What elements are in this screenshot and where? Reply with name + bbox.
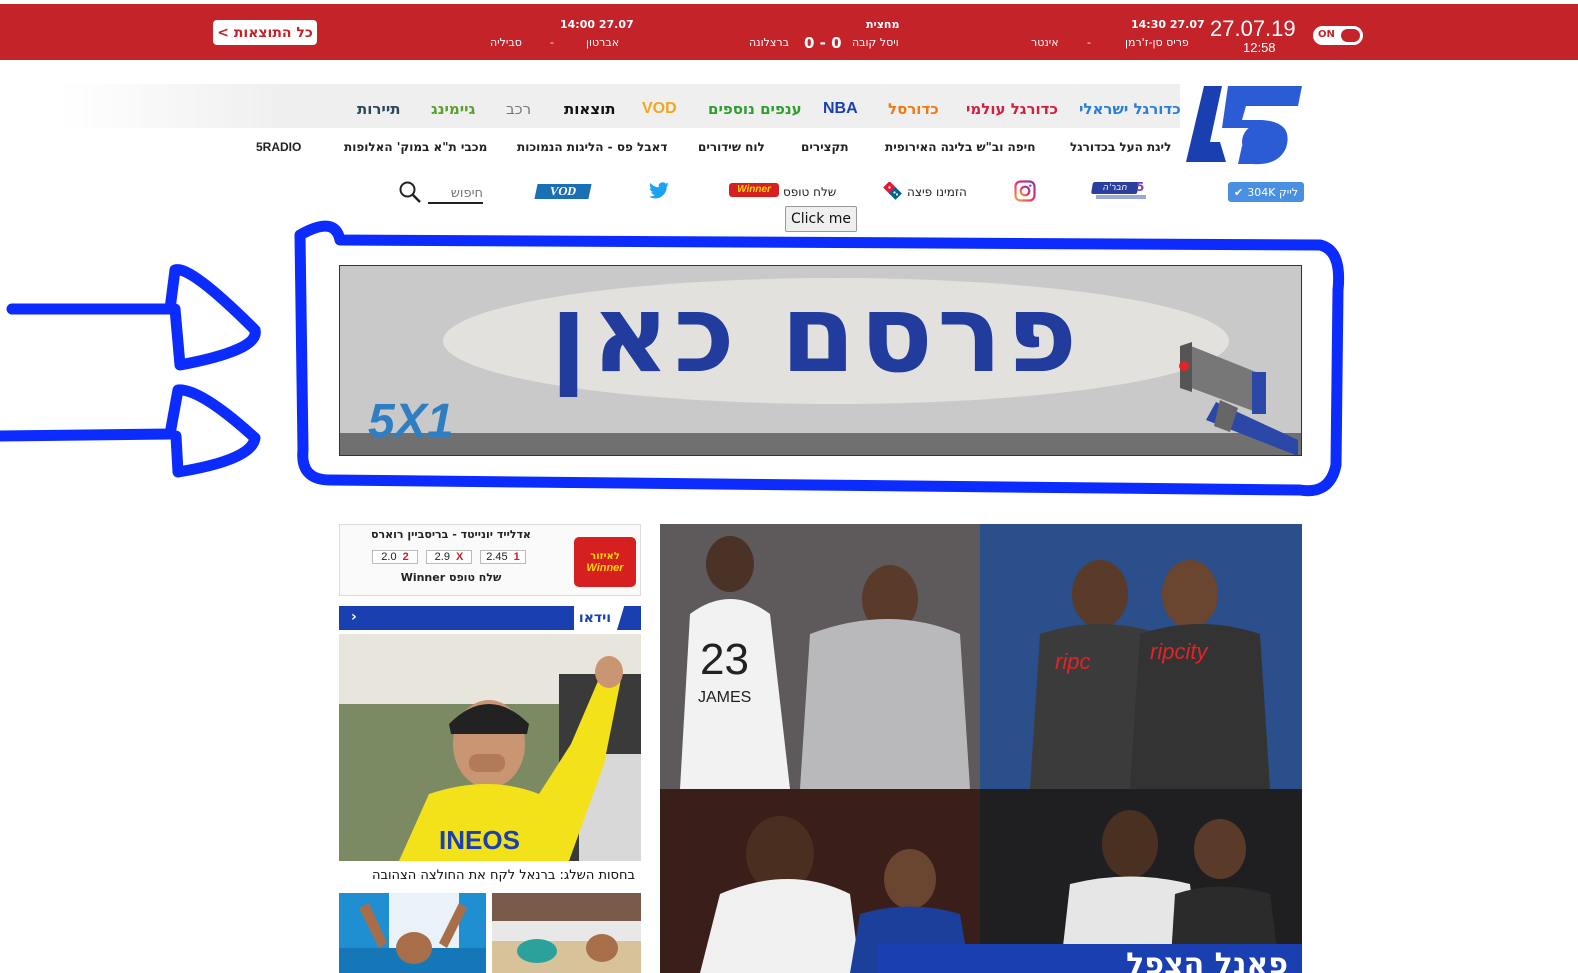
bet-send-label[interactable]: שלח טופס Winner [340, 571, 562, 584]
subnav-highlights[interactable]: תקצירים [801, 140, 849, 154]
video-main-image[interactable]: INEOS [339, 634, 641, 861]
odd-label: 1 [513, 551, 520, 563]
match-time: מחצית [866, 18, 900, 31]
send-toto-link[interactable]: שלח טופס [783, 185, 836, 199]
subnav-maccabi-champions[interactable]: מכבי ת"א במוק' האלופות [344, 140, 487, 154]
click-me-button[interactable]: Click me [785, 206, 857, 232]
video-header-bar [339, 606, 574, 630]
instagram-icon[interactable] [1014, 180, 1036, 202]
cyclist-photo: INEOS [339, 634, 641, 861]
video-caption[interactable]: בחסות השלג: ברנאל לקח את החולצה הצהובה [339, 868, 635, 883]
ad-floor [340, 433, 1301, 455]
scores-bar: כל התוצאות > 27.07 14:00 אברטון - סביליה… [0, 4, 1578, 60]
video-section-header[interactable]: › וידאו [339, 606, 641, 630]
bet-match-title: אדלייד יונייטד - בריסביין רוארס [371, 528, 531, 541]
match-score: 0 - 0 [804, 34, 842, 52]
live-toggle[interactable]: ON [1313, 26, 1363, 45]
beach-soccer-photo [492, 893, 641, 973]
ad-headline: פרסם כאן [550, 272, 1082, 397]
order-pizza-link[interactable]: הזמינו פיצה [907, 185, 967, 199]
match-home-team[interactable]: אברטון [586, 36, 619, 49]
nav-results[interactable]: תוצאות [564, 100, 616, 118]
hero-article-image[interactable]: 23 JAMES ripc ripcity [660, 524, 1302, 973]
chevra-badge[interactable]: חבר'ה 5 [1090, 180, 1150, 202]
chevra-label: חבר'ה [1090, 182, 1140, 194]
odd-label: 2 [402, 551, 409, 563]
odd-draw[interactable]: 2.9 X [426, 550, 472, 564]
hero-headline[interactable]: פאנל הצפל [878, 944, 1302, 973]
like-label: לייק 304K [1247, 185, 1298, 199]
match-away-team[interactable]: ברצלונה [749, 36, 789, 49]
toggle-label: ON [1318, 29, 1335, 40]
winner-logo[interactable]: לאיזור Winner [574, 537, 636, 587]
nav-world-football[interactable]: כדורגל עולמי [966, 100, 1058, 118]
winner-badge[interactable]: Winner [729, 183, 779, 197]
svg-text:JAMES: JAMES [698, 689, 751, 706]
winner-logo-bottom: Winner [586, 561, 624, 574]
odd-value: 2.0 [381, 551, 397, 563]
nav-gaming[interactable]: גיימינג [431, 100, 475, 118]
match-score: - [1087, 36, 1091, 49]
odd-home[interactable]: 2.45 1 [480, 550, 526, 564]
search-icon[interactable] [398, 180, 422, 204]
check-icon: ✔ [1234, 185, 1244, 199]
winner-logo-top: לאיזור [590, 550, 620, 562]
swimmer-photo [339, 893, 486, 973]
current-time: 12:58 [1243, 40, 1276, 55]
video-thumbnail[interactable] [339, 893, 486, 973]
ad-banner[interactable]: פרסם כאן 5X1 [339, 265, 1302, 456]
svg-text:ripc: ripc [1055, 649, 1090, 674]
bet-widget[interactable]: אדלייד יונייטד - בריסביין רוארס 2.45 1 2… [339, 524, 641, 596]
match-time: 27.07 14:30 [1131, 18, 1205, 31]
twitter-icon[interactable] [648, 182, 670, 200]
nba-players-photo: 23 JAMES ripc ripcity [660, 524, 1302, 973]
odd-label: X [455, 551, 464, 563]
match-away-team[interactable]: אינטר [1031, 36, 1059, 49]
nav-israeli-football[interactable]: כדורגל ישראלי [1079, 100, 1181, 118]
video-section-title[interactable]: וידאו [575, 606, 615, 630]
odd-away[interactable]: 2.0 2 [372, 550, 418, 564]
video-header-tip [617, 606, 641, 630]
search-input[interactable] [428, 184, 483, 204]
five-logo-icon: 5 [1136, 180, 1145, 194]
svg-text:23: 23 [700, 635, 749, 684]
match-home-team[interactable]: פריס סן-ז'רמן [1125, 36, 1189, 49]
svg-text:ripcity: ripcity [1150, 639, 1209, 664]
odd-value: 2.45 [486, 551, 508, 563]
vod-button[interactable]: VOD [534, 184, 592, 199]
chevra-subtitle [1096, 195, 1146, 199]
match-away-team[interactable]: סביליה [490, 36, 522, 49]
nav-other-sports[interactable]: ענפים נוספים [708, 100, 802, 118]
facebook-like-button[interactable]: לייק 304K ✔ [1228, 182, 1304, 202]
subnav-double-pass[interactable]: דאבל פס - הליגות הנמוכות [517, 140, 667, 154]
odd-value: 2.9 [434, 551, 450, 563]
site-logo[interactable] [1182, 84, 1306, 166]
megaphone-icon [1179, 342, 1298, 455]
nav-vod[interactable]: VOD [642, 100, 677, 118]
match-home-team[interactable]: ויסל קובה [852, 36, 899, 49]
subnav-5radio[interactable]: 5RADIO [256, 140, 301, 154]
video-thumbnail[interactable] [492, 893, 641, 973]
nav-cars[interactable]: רכב [506, 100, 531, 118]
match-score: - [550, 36, 554, 49]
dominos-icon[interactable] [883, 182, 903, 200]
match-time: 27.07 14:00 [560, 18, 634, 31]
svg-text:INEOS: INEOS [439, 825, 520, 855]
nav-nba[interactable]: NBA [823, 100, 858, 118]
all-results-button[interactable]: כל התוצאות > [213, 20, 317, 45]
chevron-right-icon[interactable]: › [351, 609, 357, 625]
subnav-europa-league[interactable]: חיפה וב"ש בליגה האירופית [885, 140, 1035, 154]
nav-tourism[interactable]: תיירות [357, 100, 401, 118]
subnav-premier-league[interactable]: ליגת העל בכדורגל [1070, 140, 1171, 154]
pin-icon [1341, 29, 1360, 42]
nav-basketball[interactable]: כדורסל [888, 100, 939, 118]
current-date: 27.07.19 [1210, 16, 1296, 41]
ad-brand-logo: 5X1 [368, 395, 454, 448]
subnav-broadcast-schedule[interactable]: לוח שידורים [698, 140, 765, 154]
